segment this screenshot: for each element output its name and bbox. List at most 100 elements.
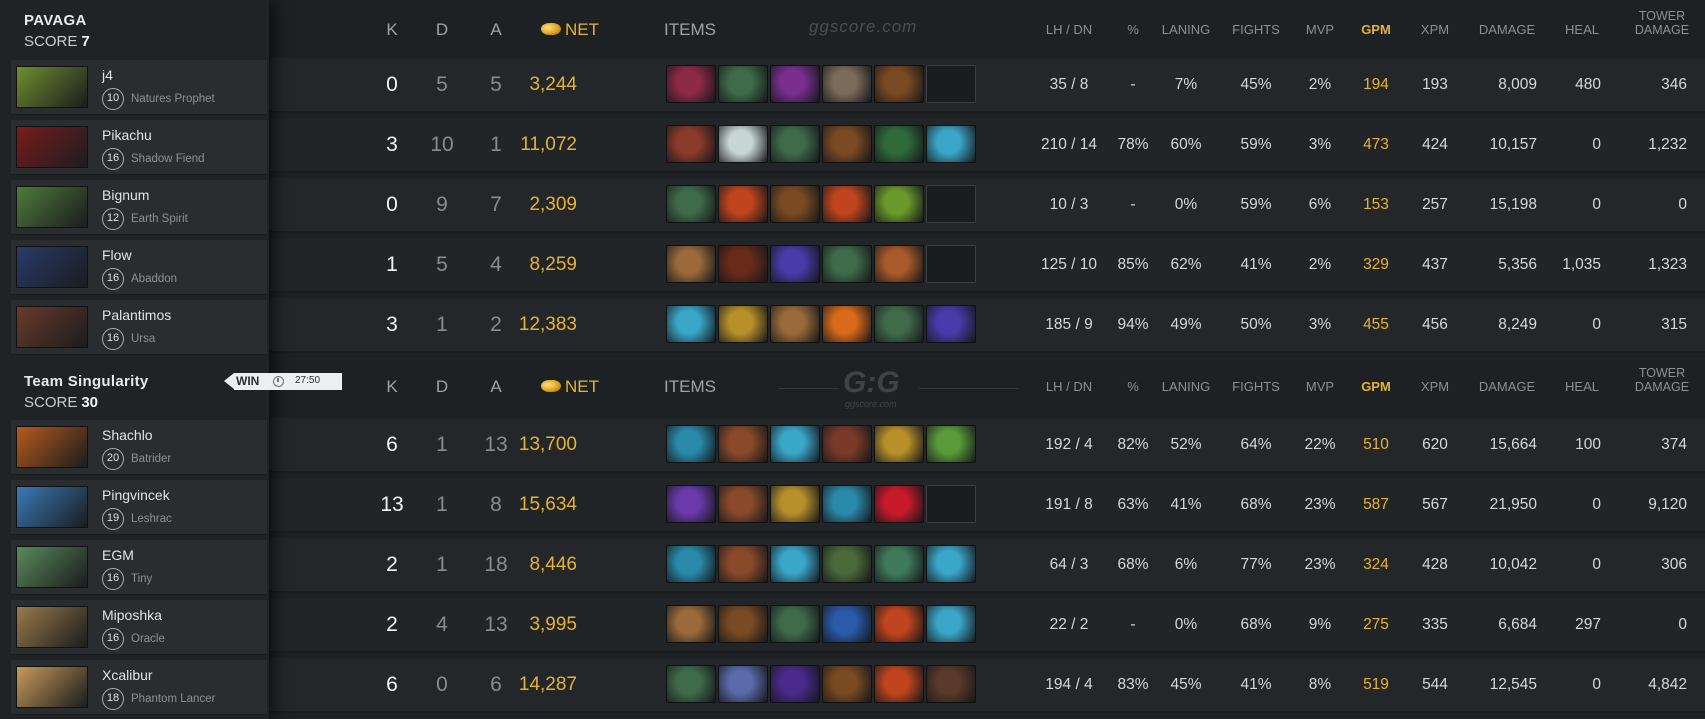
item-icon[interactable] <box>822 185 872 223</box>
item-icon[interactable] <box>770 605 820 643</box>
item-icon[interactable] <box>926 125 976 163</box>
hero-name: Tiny <box>131 573 153 585</box>
item-icon[interactable] <box>718 305 768 343</box>
stat-laning: 60% <box>1170 136 1202 153</box>
item-icon[interactable] <box>822 605 872 643</box>
item-icon[interactable] <box>666 605 716 643</box>
item-icon[interactable] <box>718 485 768 523</box>
item-icon[interactable] <box>718 545 768 583</box>
item-icon[interactable] <box>770 545 820 583</box>
item-icon[interactable] <box>822 125 872 163</box>
player-card[interactable]: Pingvincek 19 Leshrac <box>11 480 267 535</box>
player-name[interactable]: Xcalibur <box>102 667 153 683</box>
item-icon[interactable] <box>718 665 768 703</box>
item-icon[interactable] <box>874 665 924 703</box>
stat-lh-dn: 35 / 8 <box>1049 76 1089 93</box>
stat-heal: 0 <box>1592 556 1601 573</box>
item-icon[interactable] <box>926 305 976 343</box>
header-gpm: GPM <box>1361 22 1391 37</box>
stat-gpm: 194 <box>1363 76 1389 93</box>
header-k: K <box>386 20 398 39</box>
item-icon[interactable] <box>874 485 924 523</box>
hero-name: Leshrac <box>131 513 172 525</box>
item-icon[interactable] <box>770 485 820 523</box>
item-icon[interactable] <box>874 605 924 643</box>
player-card[interactable]: Palantimos 16 Ursa <box>11 300 267 355</box>
item-icon[interactable] <box>822 425 872 463</box>
player-name[interactable]: Shachlo <box>102 427 153 443</box>
header-fights: FIGHTS <box>1232 379 1280 394</box>
stat-k: 6 <box>386 673 398 696</box>
player-card[interactable]: EGM 16 Tiny <box>11 540 267 595</box>
player-name[interactable]: Flow <box>102 247 132 263</box>
player-card[interactable]: Shachlo 20 Batrider <box>11 420 267 475</box>
item-icon[interactable] <box>666 665 716 703</box>
item-icon[interactable] <box>770 185 820 223</box>
item-icon[interactable] <box>718 245 768 283</box>
item-icon[interactable] <box>822 245 872 283</box>
player-card[interactable]: Pikachu 16 Shadow Fiend <box>11 120 267 175</box>
item-icon[interactable] <box>770 665 820 703</box>
player-card[interactable]: Xcalibur 18 Phantom Lancer <box>11 660 267 715</box>
item-icon[interactable] <box>770 125 820 163</box>
player-card[interactable]: j4 10 Natures Prophet <box>11 60 267 115</box>
item-icon[interactable] <box>874 185 924 223</box>
item-icon[interactable] <box>666 125 716 163</box>
player-name[interactable]: Miposhka <box>102 607 162 623</box>
player-name[interactable]: j4 <box>102 67 113 83</box>
item-icon[interactable] <box>666 545 716 583</box>
stat-fights: 59% <box>1240 196 1272 213</box>
stat-xpm: 544 <box>1422 676 1448 693</box>
stat-heal: 0 <box>1592 196 1601 213</box>
player-name[interactable]: Pingvincek <box>102 487 170 503</box>
item-icon[interactable] <box>822 65 872 103</box>
item-icon[interactable] <box>874 245 924 283</box>
player-card[interactable]: Bignum 12 Earth Spirit <box>11 180 267 235</box>
item-icon[interactable] <box>770 245 820 283</box>
header-laning: LANING <box>1161 379 1211 394</box>
stat-laning: 62% <box>1170 256 1202 273</box>
item-icon[interactable] <box>874 425 924 463</box>
item-icon[interactable] <box>874 545 924 583</box>
stat-laning: 7% <box>1174 76 1198 93</box>
item-icon[interactable] <box>666 65 716 103</box>
item-icon[interactable] <box>718 425 768 463</box>
team-name: Team Singularity <box>24 373 149 390</box>
item-icon[interactable] <box>874 305 924 343</box>
item-icon[interactable] <box>822 305 872 343</box>
item-icon[interactable] <box>926 545 976 583</box>
team-score: SCORE 30 <box>24 394 99 411</box>
player-card[interactable]: Flow 16 Abaddon <box>11 240 267 295</box>
item-icon[interactable] <box>926 665 976 703</box>
item-icon[interactable] <box>926 605 976 643</box>
hero-level: 10 <box>102 88 124 110</box>
item-icon[interactable] <box>718 125 768 163</box>
item-icon[interactable] <box>770 425 820 463</box>
item-icon[interactable] <box>666 305 716 343</box>
item-icon[interactable] <box>874 65 924 103</box>
item-icon[interactable] <box>874 125 924 163</box>
item-icon[interactable] <box>822 665 872 703</box>
player-name[interactable]: Bignum <box>102 187 149 203</box>
stat-xpm: 193 <box>1422 76 1448 93</box>
header-xpm: XPM <box>1420 379 1450 394</box>
item-icon[interactable] <box>926 425 976 463</box>
stat-tower: 306 <box>1661 556 1687 573</box>
item-icon[interactable] <box>770 65 820 103</box>
player-name[interactable]: EGM <box>102 547 134 563</box>
player-name[interactable]: Palantimos <box>102 307 171 323</box>
item-icon[interactable] <box>666 185 716 223</box>
item-icon[interactable] <box>718 185 768 223</box>
item-icon[interactable] <box>666 425 716 463</box>
player-name[interactable]: Pikachu <box>102 127 152 143</box>
hero-portrait <box>16 666 88 708</box>
item-icon[interactable] <box>718 65 768 103</box>
item-icon[interactable] <box>822 485 872 523</box>
item-icon[interactable] <box>770 305 820 343</box>
item-icon[interactable] <box>666 485 716 523</box>
item-icon[interactable] <box>666 245 716 283</box>
player-card[interactable]: Miposhka 16 Oracle <box>11 600 267 655</box>
stat-lh-dn: 125 / 10 <box>1040 256 1098 273</box>
item-icon[interactable] <box>822 545 872 583</box>
item-icon[interactable] <box>718 605 768 643</box>
